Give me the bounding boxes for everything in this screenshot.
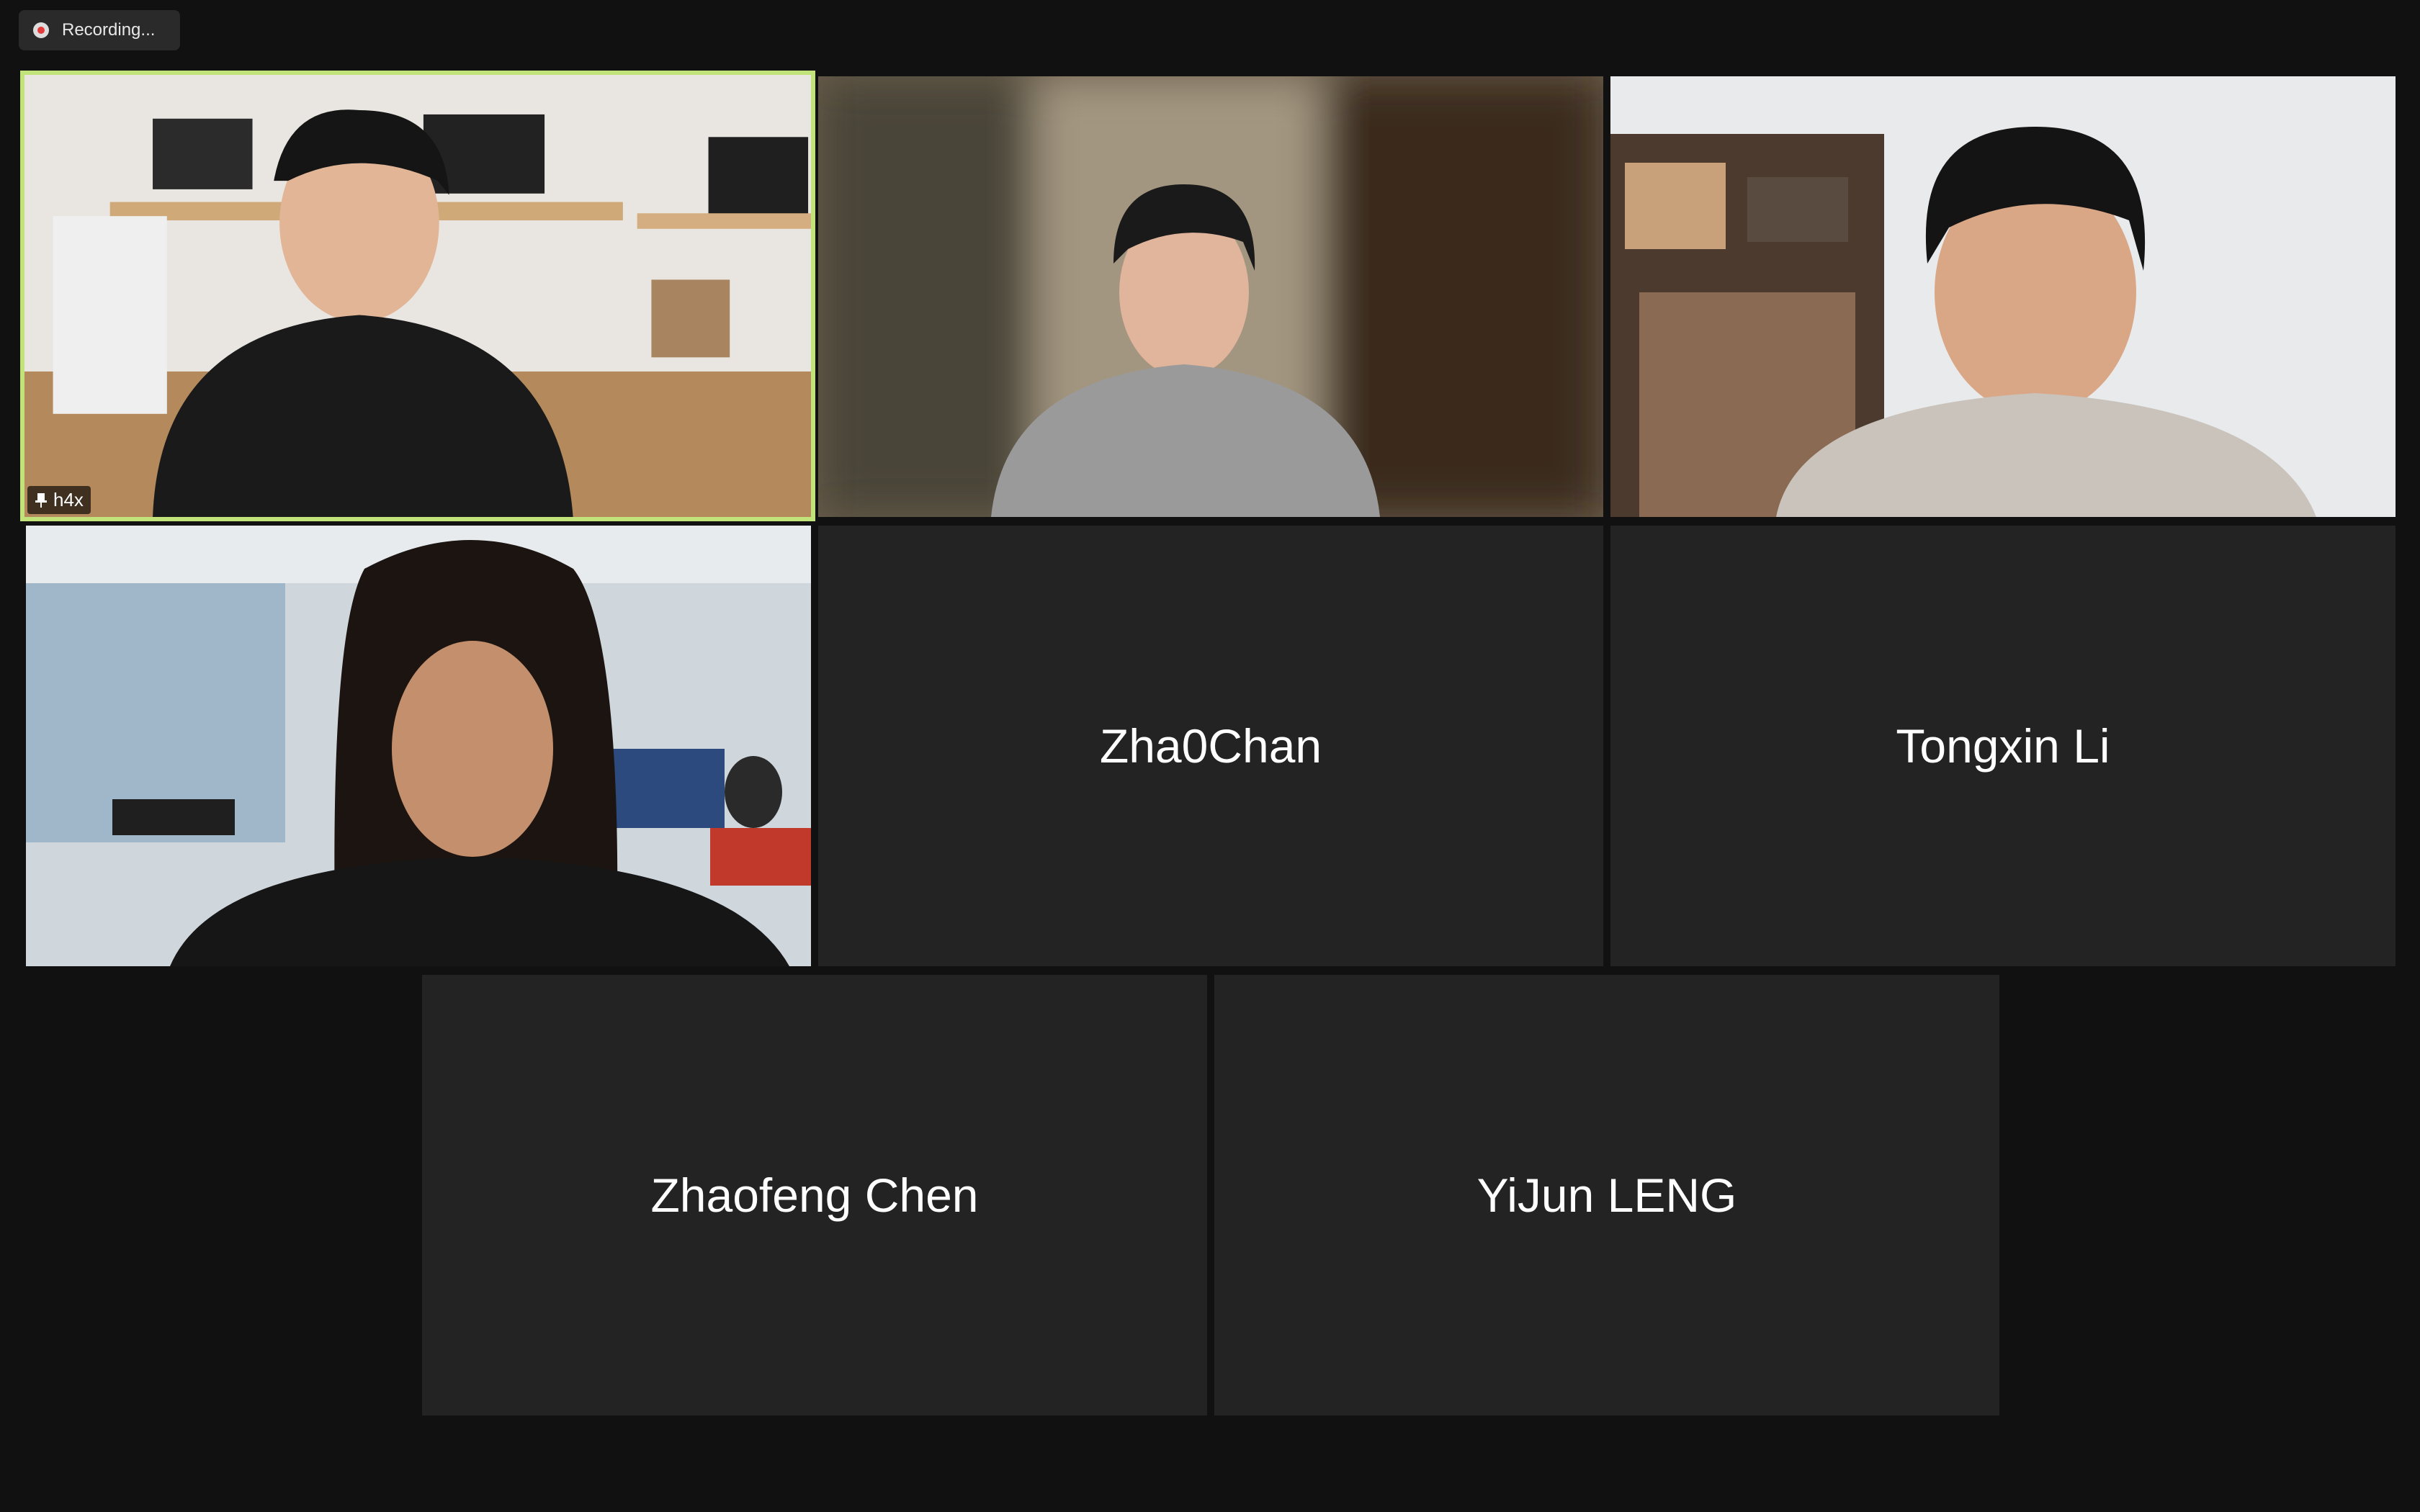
participant-name: Tongxin Li xyxy=(1896,719,2110,773)
participant-video xyxy=(1610,76,2396,517)
video-tile-zhaofeng-chen[interactable]: Zhaofeng Chen xyxy=(422,975,1207,1416)
participant-name: Zhaofeng Chen xyxy=(650,1169,979,1222)
video-tile-3[interactable] xyxy=(1610,76,2396,517)
participant-name: Zha0Chan xyxy=(1099,719,1322,773)
video-tile-yijun-leng[interactable]: YiJun LENG xyxy=(1214,975,1999,1416)
recording-indicator[interactable]: Recording... xyxy=(19,10,180,50)
video-tile-zha0chan[interactable]: Zha0Chan xyxy=(818,526,1603,966)
video-tile-h4x[interactable]: h4x xyxy=(20,71,815,521)
participant-video xyxy=(24,75,811,517)
participant-name-tag: h4x xyxy=(27,486,91,514)
video-tile-2[interactable] xyxy=(818,76,1603,517)
video-tile-4[interactable] xyxy=(26,526,811,966)
recording-label: Recording... xyxy=(62,20,156,40)
participant-video xyxy=(26,526,811,966)
pin-icon xyxy=(35,492,47,508)
participant-name: YiJun LENG xyxy=(1476,1169,1737,1222)
participant-video xyxy=(818,76,1603,517)
video-tile-tongxin-li[interactable]: Tongxin Li xyxy=(1610,526,2396,966)
recording-dot-icon xyxy=(33,22,49,38)
participant-name: h4x xyxy=(53,489,84,510)
